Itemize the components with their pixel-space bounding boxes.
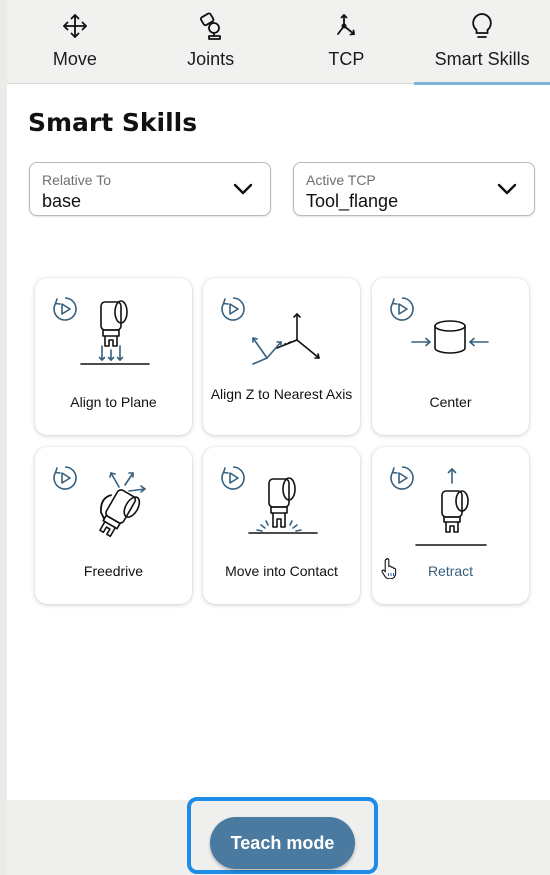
skill-card-align-z-to-nearest-axis[interactable]: Align Z to Nearest Axis [203,278,360,435]
skill-label: Align to Plane [70,394,157,410]
skill-label: Freedrive [83,563,144,579]
relative-to-label: Relative To [42,172,112,188]
tab-smart-skills-label: Smart Skills [434,49,530,69]
active-tcp-dropdown[interactable]: Active TCP Tool_flange [293,162,535,216]
relative-to-value: base [42,191,82,211]
skill-label: Move into Contact [225,563,338,579]
center-illustration-icon [411,320,489,354]
active-tcp-value: Tool_flange [306,191,399,211]
tab-tcp-label: TCP [328,49,365,69]
skill-label: Center [429,394,472,410]
align-z-axes-illustration-icon [252,313,320,365]
tab-joints[interactable]: Joints [143,0,279,84]
align-to-plane-illustration-icon [80,300,150,365]
smart-skills-panel: Move Joints TCP Smart Skills Smart Skill… [7,0,550,875]
freedrive-illustration-icon [99,472,146,538]
tcp-axes-icon [331,11,361,41]
tab-tcp[interactable]: TCP [279,0,415,84]
hand-cursor-icon [381,557,397,579]
chevron-down-icon [233,183,253,195]
retract-illustration-icon [415,468,487,546]
skill-card-align-to-plane[interactable]: Align to Plane [35,278,192,435]
page-title: Smart Skills [28,108,198,137]
tab-move[interactable]: Move [7,0,143,84]
active-tcp-label: Active TCP [306,172,376,188]
robot-joint-icon [196,11,226,41]
move-into-contact-illustration-icon [248,477,318,534]
skill-card-retract[interactable]: Retract [372,447,529,604]
lightbulb-icon [467,11,497,41]
skill-card-freedrive[interactable]: Freedrive [35,447,192,604]
tab-bar: Move Joints TCP Smart Skills [7,0,550,85]
move-arrows-icon [60,11,90,41]
teach-mode-button[interactable]: Teach mode [210,817,355,869]
tab-smart-skills[interactable]: Smart Skills [414,0,550,85]
skill-card-move-into-contact[interactable]: Move into Contact [203,447,360,604]
tab-move-label: Move [52,49,97,69]
skill-label: Align Z to Nearest Axis [210,386,353,402]
relative-to-dropdown[interactable]: Relative To base [29,162,271,216]
chevron-down-icon [497,183,517,195]
tab-joints-label: Joints [187,49,235,69]
skill-card-center[interactable]: Center [372,278,529,435]
skill-label: Retract [427,563,474,579]
